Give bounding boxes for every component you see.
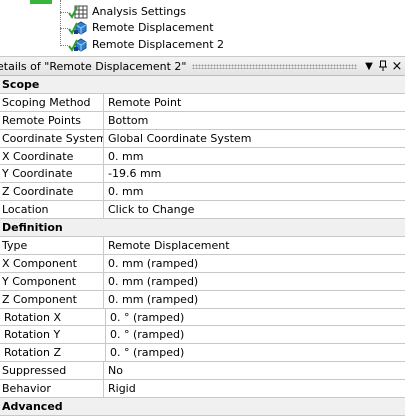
- tree-item-analysis-settings[interactable]: Analysis Settings: [68, 4, 186, 20]
- property-name: Remote Points: [0, 111, 104, 129]
- property-value[interactable]: 0. mm (ramped): [104, 291, 405, 308]
- details-title: etails of "Remote Displacement 2": [0, 59, 187, 73]
- property-row[interactable]: Type Remote Displacement: [0, 237, 405, 255]
- property-name: Y Coordinate: [0, 165, 104, 183]
- section-header-definition[interactable]: Definition: [0, 219, 405, 238]
- property-value[interactable]: No: [104, 362, 405, 379]
- property-row[interactable]: X Component 0. mm (ramped): [0, 254, 405, 273]
- panel-drag-grip[interactable]: [192, 63, 357, 69]
- remote-displacement-icon: [68, 20, 88, 36]
- property-row[interactable]: Rotation Y 0. ° (ramped): [0, 326, 405, 345]
- property-name: X Coordinate: [0, 147, 104, 165]
- property-name: Suppressed: [0, 362, 104, 380]
- tree-node-stub: [30, 0, 52, 4]
- dropdown-arrow-icon[interactable]: ▼: [363, 59, 375, 73]
- property-name: X Component: [0, 254, 104, 272]
- property-row[interactable]: Suppressed No: [0, 362, 405, 381]
- property-name: Rotation Y: [0, 326, 106, 344]
- property-name: Scoping Method: [0, 93, 104, 111]
- tree-connector: [60, 28, 68, 29]
- property-row[interactable]: Behavior Rigid: [0, 380, 405, 399]
- section-header-advanced[interactable]: Advanced: [0, 398, 405, 416]
- property-value[interactable]: 0. mm (ramped): [104, 255, 405, 272]
- property-name: Type: [0, 237, 104, 254]
- property-name: Y Component: [0, 272, 104, 290]
- property-row[interactable]: Y Coordinate -19.6 mm: [0, 165, 405, 184]
- tree-item-remote-displacement[interactable]: Remote Displacement: [68, 20, 214, 36]
- property-value[interactable]: Remote Point: [104, 94, 405, 111]
- property-row[interactable]: Remote Points Bottom: [0, 111, 405, 130]
- property-value[interactable]: 0. ° (ramped): [106, 309, 405, 326]
- details-property-grid: Scope Scoping Method Remote Point Remote…: [0, 76, 405, 416]
- property-value[interactable]: Rigid: [104, 380, 405, 397]
- property-value[interactable]: Global Coordinate System: [104, 130, 405, 147]
- property-row[interactable]: X Coordinate 0. mm: [0, 147, 405, 166]
- property-row[interactable]: Rotation Z 0. ° (ramped): [0, 344, 405, 363]
- property-name: Rotation Z: [0, 344, 106, 362]
- property-value[interactable]: 0. ° (ramped): [106, 344, 405, 361]
- tree-item-label: Analysis Settings: [92, 5, 186, 18]
- property-name: Location: [0, 201, 104, 219]
- pin-icon[interactable]: [377, 59, 389, 73]
- property-row[interactable]: Z Component 0. mm (ramped): [0, 290, 405, 309]
- section-title: Advanced: [2, 399, 63, 413]
- tree-item-remote-displacement-2[interactable]: Remote Displacement 2: [68, 37, 225, 53]
- analysis-settings-icon: [68, 4, 88, 20]
- property-value[interactable]: 0. mm: [104, 148, 405, 165]
- details-panel-header: etails of "Remote Displacement 2" ▼ ×: [0, 56, 405, 76]
- property-row[interactable]: Y Component 0. mm (ramped): [0, 272, 405, 291]
- property-value[interactable]: Click to Change: [104, 201, 405, 218]
- remote-displacement-icon: [68, 37, 88, 53]
- section-title: Definition: [2, 221, 63, 235]
- property-name: Z Component: [0, 290, 104, 308]
- tree-item-label: Remote Displacement: [92, 21, 214, 34]
- property-row[interactable]: Rotation X 0. ° (ramped): [0, 308, 405, 327]
- tree-connector: [60, 12, 68, 13]
- property-value[interactable]: 0. mm: [104, 183, 405, 200]
- tree-connector: [60, 0, 61, 46]
- property-name: Rotation X: [0, 308, 106, 326]
- property-row[interactable]: Coordinate System Global Coordinate Syst…: [0, 129, 405, 148]
- property-value[interactable]: 0. ° (ramped): [106, 326, 405, 343]
- property-value[interactable]: Remote Displacement: [104, 237, 405, 254]
- section-header-scope[interactable]: Scope: [0, 76, 405, 94]
- close-icon[interactable]: ×: [391, 59, 403, 74]
- outline-tree: Analysis Settings Remote Displacement Re…: [0, 0, 405, 53]
- property-name: Z Coordinate: [0, 183, 104, 201]
- property-value[interactable]: Bottom: [104, 112, 405, 129]
- tree-item-label: Remote Displacement 2: [92, 37, 225, 53]
- property-value[interactable]: -19.6 mm: [104, 165, 405, 182]
- property-name: Behavior: [0, 380, 104, 398]
- tree-connector: [60, 45, 68, 46]
- property-row[interactable]: Location Click to Change: [0, 201, 405, 220]
- section-title: Scope: [2, 77, 40, 91]
- property-row[interactable]: Z Coordinate 0. mm: [0, 183, 405, 202]
- property-value[interactable]: 0. mm (ramped): [104, 273, 405, 290]
- property-name: Coordinate System: [2, 129, 104, 147]
- property-row[interactable]: Scoping Method Remote Point: [0, 93, 405, 112]
